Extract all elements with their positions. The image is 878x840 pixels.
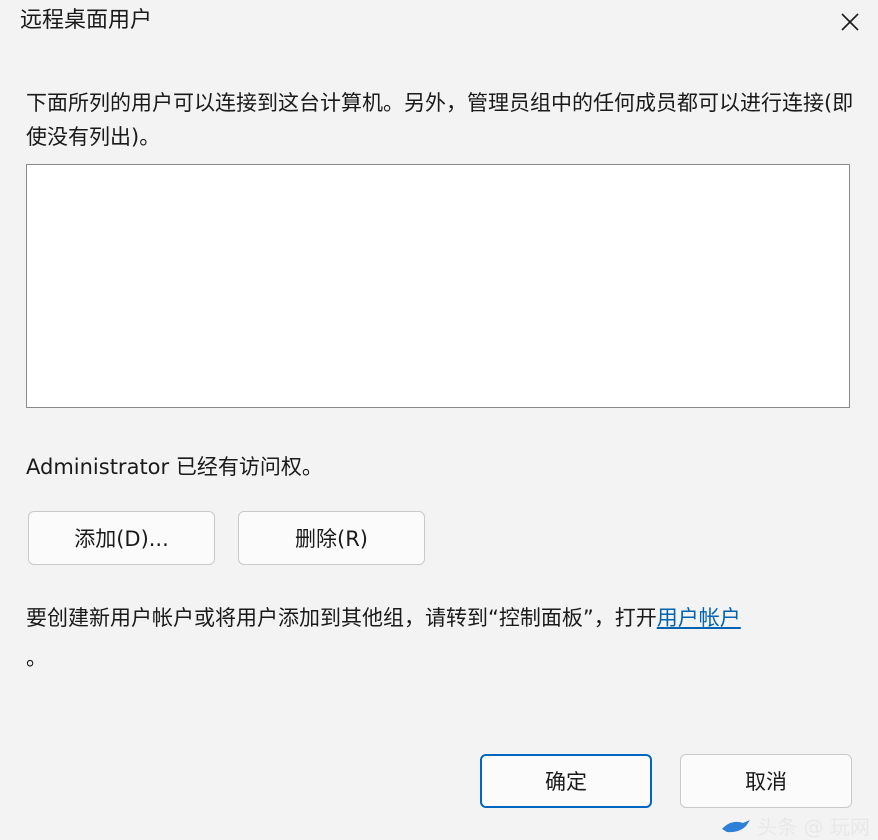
close-icon [841, 13, 859, 31]
cancel-button[interactable]: 取消 [680, 754, 852, 808]
hint-text: 要创建新用户帐户或将用户添加到其他组，请转到“控制面板”，打开用户帐户。 [26, 598, 856, 678]
user-accounts-link[interactable]: 用户帐户 [657, 606, 741, 630]
title-bar: 远程桌面用户 [0, 0, 878, 46]
hint-tail: 。 [26, 646, 47, 670]
description-text: 下面所列的用户可以连接到这台计算机。另外，管理员组中的任何成员都可以进行连接(即… [26, 91, 854, 149]
remote-desktop-users-dialog: 远程桌面用户 下面所列的用户可以连接到这台计算机。另外，管理员组中的任何成员都可… [0, 0, 878, 840]
add-button[interactable]: 添加(D)... [28, 511, 215, 565]
watermark: 头条 @ 玩网 [721, 811, 870, 840]
hint-body: 要创建新用户帐户或将用户添加到其他组，请转到“控制面板”，打开 [26, 606, 657, 630]
ok-button[interactable]: 确定 [480, 754, 652, 808]
access-note: Administrator 已经有访问权。 [26, 455, 323, 479]
window-title: 远程桌面用户 [20, 8, 153, 33]
bird-logo-icon [722, 819, 751, 832]
watermark-text: 头条 @ 玩网 [757, 815, 870, 839]
remove-button[interactable]: 删除(R) [238, 511, 425, 565]
close-button[interactable] [832, 4, 868, 40]
user-list[interactable] [26, 164, 850, 408]
